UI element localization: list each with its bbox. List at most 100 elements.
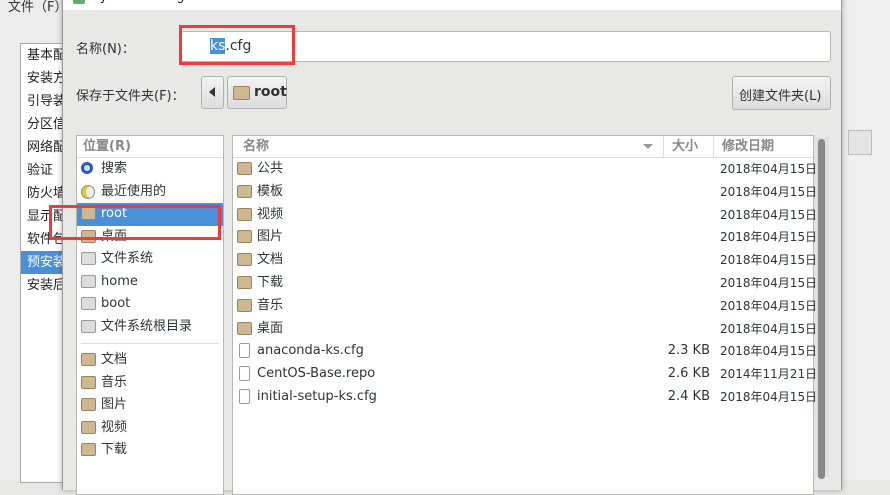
music-folder-icon [81, 375, 96, 389]
column-name[interactable]: 名称 [243, 136, 269, 157]
title-bar: system-config-kickstart ✕ [63, 0, 841, 10]
folder-icon [237, 230, 252, 244]
close-icon[interactable]: ✕ [821, 0, 833, 4]
background-app: 文件（F） 基本配 安装方 引导装 分区信 网络配 验证 防火墙 显示配 软件包 预安装 安装后 [0, 0, 70, 483]
places-item[interactable]: 视频 [77, 417, 223, 440]
path-root-label: root [254, 84, 287, 100]
places-pane: 位置(R) 搜索 最近使用的 root 桌面 文件系统 home boot 文件系统根目录 文… [76, 135, 224, 495]
file-row[interactable]: initial-setup-ks.cfg 2.4 KB 2018年04月15日 [233, 386, 817, 409]
file-date: 2018年04月15日 [720, 230, 818, 245]
videos-folder-icon [81, 420, 96, 434]
file-date: 2018年04月15日 [720, 207, 818, 222]
file-name: 公共 [257, 161, 284, 176]
file-menu[interactable]: 文件（F） [8, 0, 67, 15]
create-folder-button[interactable]: 创建文件夹(L) [732, 76, 831, 110]
scrollbar-thumb[interactable] [818, 139, 825, 479]
file-name: 模板 [257, 183, 284, 199]
path-root-button[interactable]: root [227, 76, 287, 109]
file-size: 2.3 KB [667, 343, 710, 359]
places-item[interactable]: 最近使用的 [77, 181, 223, 204]
drive-label: 文件系统 [101, 251, 154, 266]
file-row[interactable]: 模板 2018年04月15日 [233, 181, 817, 204]
path-back-button[interactable] [201, 76, 224, 109]
file-row[interactable]: 桌面 2018年04月15日 [233, 318, 817, 341]
column-date[interactable]: 修改日期 [713, 136, 813, 157]
file-row[interactable]: 下载 2018年04月15日 [233, 272, 817, 295]
places-header: 位置(R) [77, 136, 223, 158]
places-item[interactable]: 音乐 [77, 372, 223, 395]
window-title: system-config-kickstart [93, 0, 245, 4]
file-date: 2018年04月15日 [720, 253, 818, 268]
file-size: 2.4 KB [667, 388, 710, 404]
file-row[interactable]: 视频 2018年04月15日 [233, 204, 817, 227]
name-label: 名称(N)： [76, 42, 135, 57]
file-row[interactable]: CentOS-Base.repo 2.6 KB 2014年11月21日 [233, 363, 817, 386]
column-size[interactable]: 大小 [663, 136, 713, 157]
file-name: CentOS-Base.repo [257, 366, 376, 382]
file-date: 2018年04月15日 [720, 162, 818, 176]
places-item[interactable]: 文件系统 [77, 248, 223, 271]
places-item[interactable]: 图片 [77, 394, 223, 417]
file-date: 2018年04月15日 [720, 344, 818, 359]
file-row[interactable]: 音乐 2018年04月15日 [233, 295, 817, 318]
left-arrow-icon [209, 87, 215, 97]
videos-folder-label: 视频 [101, 419, 128, 435]
annotation-box-filename [179, 25, 295, 65]
file-name: 视频 [257, 206, 284, 222]
places-list: 搜索 最近使用的 root 桌面 文件系统 home boot 文件系统根目录 [77, 158, 223, 338]
file-list-header: 名称 大小 修改日期 [233, 136, 813, 158]
file-name: 下载 [257, 274, 284, 290]
folder-label: 保存于文件夹(F)： [76, 89, 185, 104]
save-dialog: system-config-kickstart ✕ 名称(N)： ks.cfg … [49, 0, 842, 495]
file-name: 音乐 [257, 297, 284, 313]
background-app-right [842, 0, 890, 480]
downloads-folder-label: 下载 [101, 442, 128, 457]
drive-label: 文件系统根目录 [101, 318, 193, 334]
file-icon [239, 388, 250, 404]
documents-folder-icon [81, 353, 96, 366]
search-icon [81, 162, 93, 174]
pictures-folder-icon [81, 398, 96, 411]
drive-label: home [101, 273, 138, 289]
folder-icon [237, 275, 252, 289]
drive-icon [81, 252, 96, 265]
file-row[interactable]: 文档 2018年04月15日 [233, 249, 817, 272]
places-item[interactable]: 文件系统根目录 [77, 316, 223, 339]
places-item[interactable]: 搜索 [77, 158, 223, 181]
background-button [848, 130, 872, 155]
places-item[interactable]: home [77, 271, 223, 294]
file-row[interactable]: anaconda-ks.cfg 2.3 KB 2018年04月15日 [233, 340, 817, 363]
folder-icon [237, 207, 252, 221]
places-item[interactable]: 文档 [77, 349, 223, 372]
search-label: 搜索 [101, 161, 128, 176]
places-item[interactable]: 下载 [77, 439, 223, 462]
file-row[interactable]: 公共 2018年04月15日 [233, 158, 817, 181]
file-icon [239, 366, 250, 382]
sort-down-icon [643, 144, 653, 149]
file-icon [239, 343, 250, 359]
recent-icon [81, 184, 95, 199]
recent-label: 最近使用的 [101, 183, 167, 199]
vertical-scrollbar[interactable] [815, 137, 829, 479]
places-separator [81, 343, 219, 344]
bookmarks-list: 文档音乐图片视频下载 [77, 349, 223, 462]
file-name: 图片 [257, 229, 284, 245]
places-item[interactable]: boot [77, 293, 223, 316]
file-name: initial-setup-ks.cfg [257, 388, 377, 404]
folder-icon [237, 321, 252, 335]
file-date: 2014年11月21日 [720, 367, 818, 382]
drive-icon [81, 297, 96, 310]
pictures-folder-label: 图片 [101, 397, 128, 412]
folder-icon [237, 184, 252, 198]
folder-icon [237, 253, 252, 267]
file-row[interactable]: 图片 2018年04月15日 [233, 226, 817, 249]
drive-icon [81, 319, 96, 333]
file-date: 2018年04月15日 [720, 298, 818, 313]
file-name: 桌面 [257, 320, 284, 336]
music-folder-label: 音乐 [101, 374, 128, 390]
folder-icon [237, 162, 252, 175]
file-list-pane: 名称 大小 修改日期 公共 2018年04月15日 模板 2018年04月15日 视频 2… [232, 135, 817, 495]
annotation-box-root [49, 205, 221, 240]
file-date: 2018年04月15日 [720, 184, 818, 199]
file-name: anaconda-ks.cfg [257, 343, 364, 359]
